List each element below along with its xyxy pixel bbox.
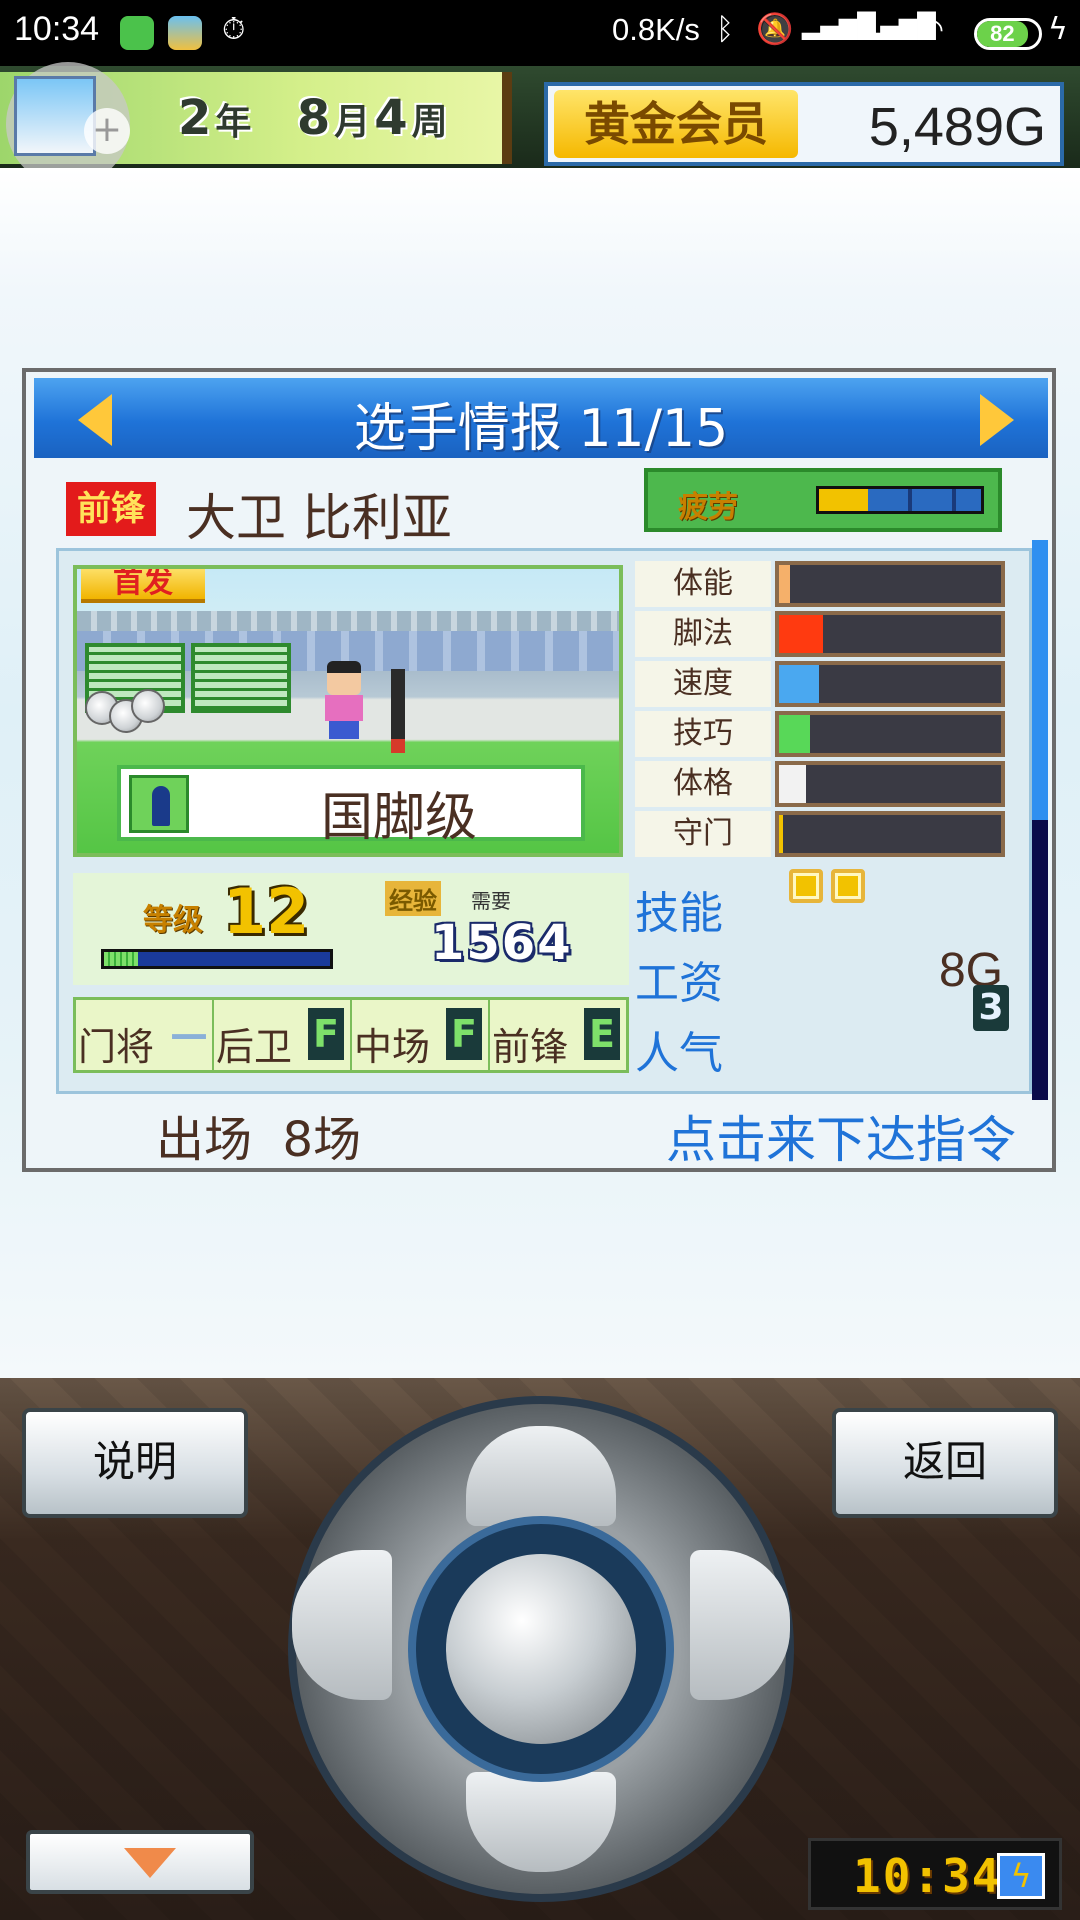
- stat-row: 技巧: [635, 711, 1005, 757]
- game-app-icon: [120, 16, 154, 50]
- net-speed: 0.8K/s: [612, 12, 700, 47]
- player-name: 大卫 比利亚: [186, 489, 452, 547]
- position-grade-mf: 中场 F: [352, 1000, 490, 1070]
- virtual-controller: 说明 返回 10:34 ϟ: [0, 1378, 1080, 1920]
- game-header: 2年 8月4周 黄金会员 5,489G: [0, 66, 1080, 168]
- wifi-icon: ◠: [918, 12, 945, 47]
- person-icon: [129, 775, 189, 833]
- dpad[interactable]: [288, 1396, 794, 1902]
- goal-net: [191, 643, 291, 713]
- game-clock: 10:34 ϟ: [808, 1838, 1062, 1910]
- rank-text: 国脚级: [320, 788, 477, 848]
- chevron-down-icon: [124, 1848, 176, 1878]
- appearances: 出场 8场: [156, 1112, 362, 1168]
- card-title: 选手情报 11/15: [353, 399, 729, 459]
- player-info-card[interactable]: 选手情报 11/15 前锋 大卫 比利亚 疲劳 首发 国脚级 等级 12 经验 …: [22, 368, 1056, 1172]
- position-tag: 前锋: [66, 482, 156, 536]
- starter-tag: 首发: [81, 569, 205, 603]
- fatigue-label: 疲劳: [678, 490, 738, 525]
- photo-app-icon: [168, 16, 202, 50]
- dpad-left[interactable]: [292, 1550, 392, 1700]
- avatar: [14, 76, 96, 156]
- level-area: 等级 12 经验 需要 1564: [73, 873, 629, 985]
- level-label: 等级: [143, 903, 203, 938]
- fence: [77, 611, 619, 633]
- stat-row: 守门: [635, 811, 1005, 857]
- member-badge: 黄金会员: [554, 90, 798, 158]
- stat-row: 速度: [635, 661, 1005, 707]
- timer-icon: ⏱: [222, 12, 246, 47]
- exp-bar: [101, 949, 333, 969]
- skill-slot-icon: [789, 869, 823, 903]
- salary-label: 工资: [635, 958, 723, 1009]
- member-panel: 黄金会员 5,489G: [544, 82, 1064, 166]
- stat-row: 脚法: [635, 611, 1005, 657]
- card-title-bar: 选手情报 11/15: [34, 378, 1048, 459]
- scrollbar[interactable]: [1032, 540, 1048, 1100]
- skill-slot-icon: [831, 869, 865, 903]
- fatigue-bar: [816, 486, 984, 514]
- level-value: 12: [223, 875, 310, 948]
- scrollbar-thumb[interactable]: [1032, 540, 1048, 820]
- give-command-link[interactable]: 点击来下达指令: [666, 1100, 1016, 1172]
- popularity-label: 人气: [635, 1028, 723, 1079]
- stat-row: 体能: [635, 561, 1005, 607]
- next-player-arrow-icon[interactable]: [980, 394, 1014, 446]
- bluetooth-icon: ᛒ: [716, 12, 734, 47]
- dpad-down[interactable]: [466, 1772, 616, 1872]
- stat-row: 体格: [635, 761, 1005, 807]
- popularity-value: 3: [973, 985, 1009, 1031]
- mute-icon: 🔕: [756, 12, 794, 47]
- game-date: 2年 8月4周: [178, 90, 452, 146]
- position-grade-df: 后卫 F: [214, 1000, 352, 1070]
- back-button[interactable]: 返回: [832, 1408, 1058, 1518]
- gold-amount: 5,489G: [868, 97, 1046, 157]
- position-grades: 门将 — 后卫 F 中场 F 前锋 E: [73, 997, 629, 1073]
- collapse-down-button[interactable]: [26, 1830, 254, 1894]
- clock-text: 10:34: [853, 1849, 1002, 1903]
- charging-icon: ϟ: [1048, 12, 1068, 47]
- exp-label: 经验: [385, 881, 441, 916]
- battery-charging-icon: ϟ: [997, 1853, 1045, 1899]
- player-detail-panel: 首发 国脚级 等级 12 经验 需要 1564 门将 — 后卫 F 中场 F 前…: [56, 548, 1032, 1094]
- dpad-up[interactable]: [466, 1426, 616, 1526]
- training-post: [391, 669, 405, 753]
- battery-indicator: 82: [974, 18, 1042, 50]
- player-sprite: [321, 661, 365, 741]
- soccer-ball-icon: [131, 689, 165, 723]
- status-time: 10:34: [14, 10, 100, 48]
- position-grade-gk: 门将 —: [76, 1000, 214, 1070]
- dpad-center-button[interactable]: [446, 1554, 636, 1744]
- player-scene: 首发 国脚级: [73, 565, 623, 857]
- stats-list: 体能 脚法 速度 技巧 体格 守门: [635, 561, 1005, 861]
- fatigue-meter: 疲劳: [644, 468, 1002, 532]
- rank-box: 国脚级: [117, 765, 585, 848]
- exp-need-value: 1564: [431, 915, 573, 971]
- status-bar: 10:34 ⏱ 0.8K/s ᛒ 🔕 ▂▄▆█ ▂▄▆█ ◠ 82 ϟ: [0, 0, 1080, 66]
- dpad-right[interactable]: [690, 1550, 790, 1700]
- position-grade-fw: 前锋 E: [490, 1000, 626, 1070]
- help-button[interactable]: 说明: [22, 1408, 248, 1518]
- exp-need-label: 需要: [471, 889, 511, 913]
- plus-icon: +: [84, 108, 130, 154]
- skill-label: 技能: [635, 888, 723, 939]
